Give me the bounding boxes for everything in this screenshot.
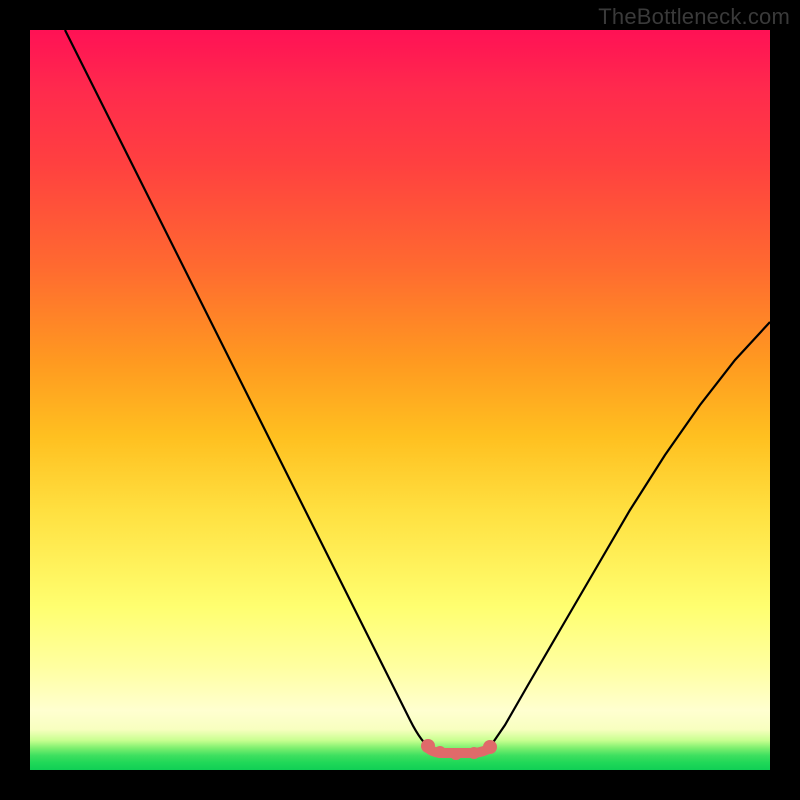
watermark-label: TheBottleneck.com: [598, 4, 790, 30]
bottleneck-curve: [30, 30, 770, 770]
chart-frame: TheBottleneck.com: [0, 0, 800, 800]
plot-area: [30, 30, 770, 770]
trough-dot: [483, 740, 497, 754]
curve-path: [65, 30, 770, 752]
trough-dot: [450, 748, 462, 760]
trough-dot: [434, 746, 446, 758]
trough-dot: [421, 739, 435, 753]
trough-dot: [468, 747, 480, 759]
